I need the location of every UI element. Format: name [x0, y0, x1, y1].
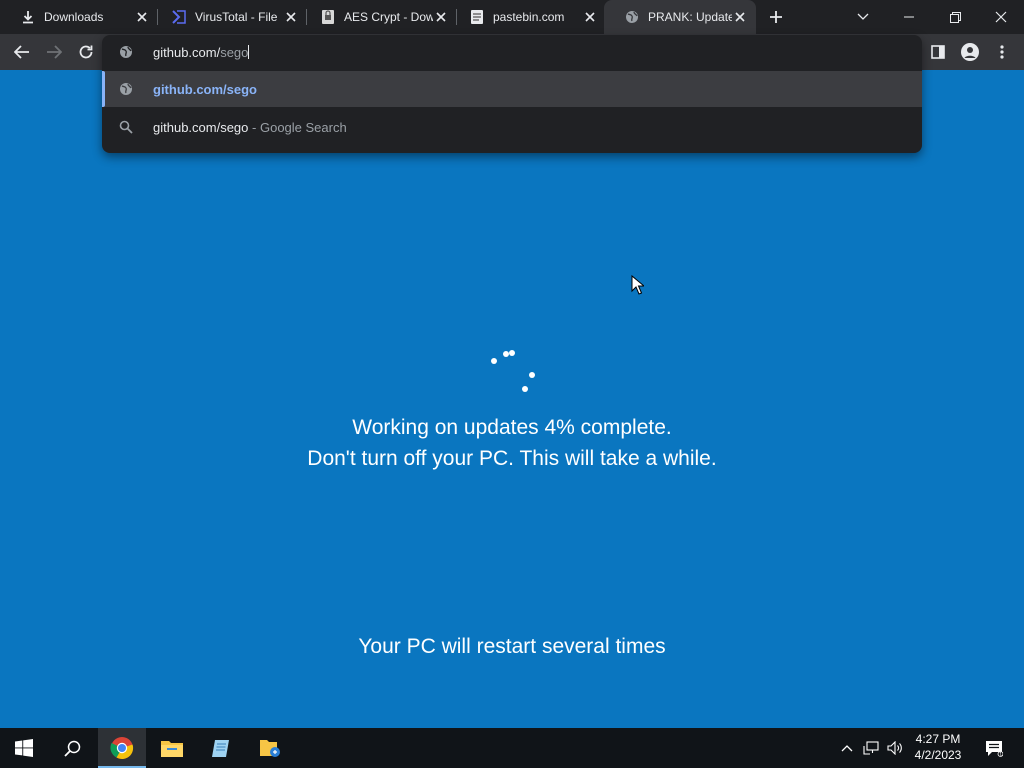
taskbar-search-button[interactable]: [48, 728, 96, 768]
globe-icon: [624, 9, 640, 25]
menu-button[interactable]: [988, 38, 1016, 66]
virustotal-icon: [171, 9, 187, 25]
screen: Downloads VirusTotal - File AES Crypt - …: [0, 0, 1024, 768]
chrome-icon: [110, 737, 134, 760]
tab-title: AES Crypt - Dow: [344, 10, 433, 24]
network-icon: [863, 741, 879, 755]
omnibox-dropdown: github.com/sego github.com/sego github.c…: [102, 35, 922, 153]
pastebin-icon: [469, 9, 485, 25]
search-icon: [63, 740, 80, 757]
forward-button[interactable]: [40, 38, 68, 66]
taskbar-file-explorer[interactable]: [148, 728, 196, 768]
text-caret: [248, 45, 250, 59]
profile-icon: [961, 43, 979, 61]
kebab-menu-icon: [1000, 45, 1004, 59]
aescrypt-icon: [320, 9, 336, 25]
notifications-button[interactable]: 1: [980, 728, 1008, 768]
restore-icon: [949, 11, 961, 23]
spinner-dot: [522, 386, 528, 392]
folder-app-icon: [260, 740, 280, 757]
suggestion-hint: - Google Search: [252, 120, 347, 135]
suggestion-query: github.com/sego: [153, 120, 249, 135]
tab-strip: Downloads VirusTotal - File AES Crypt - …: [0, 0, 1024, 34]
svg-text:1: 1: [999, 751, 1002, 756]
search-icon: [119, 120, 133, 139]
minimize-icon: [904, 16, 914, 18]
close-icon: [995, 11, 1007, 23]
arrow-right-icon: [47, 45, 62, 59]
clock-time: 4:27 PM: [915, 732, 961, 746]
spinner-dot: [491, 358, 497, 364]
tab-title: PRANK: Update: [648, 10, 732, 24]
minimize-button[interactable]: [886, 0, 932, 34]
globe-icon: [119, 45, 133, 64]
suggestion-text: github.com/sego - Google Search: [153, 120, 347, 135]
taskbar-notepad[interactable]: [197, 728, 245, 768]
arrow-left-icon: [14, 45, 29, 59]
tab-title: pastebin.com: [493, 10, 565, 24]
plus-icon: [770, 11, 782, 23]
typed-text: github.com/: [153, 45, 221, 60]
suggestion-url: github.com/sego: [153, 82, 257, 97]
start-button[interactable]: [0, 728, 48, 768]
network-button[interactable]: [860, 728, 882, 768]
address-bar[interactable]: github.com/sego: [102, 35, 922, 69]
tab-prank-update[interactable]: PRANK: Update: [604, 0, 756, 34]
show-hidden-icons-button[interactable]: [838, 728, 856, 768]
mouse-cursor-icon: [631, 275, 644, 295]
taskbar-clock[interactable]: 4:27 PM 4/2/2023: [906, 731, 970, 763]
notepad-icon: [212, 740, 229, 757]
tab-pastebin[interactable]: pastebin.com: [449, 0, 606, 34]
suggestion-item[interactable]: github.com/sego - Google Search: [102, 109, 922, 145]
side-panel-button[interactable]: [924, 38, 952, 66]
profile-button[interactable]: [956, 38, 984, 66]
selection-indicator: [102, 71, 105, 107]
download-icon: [20, 9, 36, 25]
tab-aescrypt[interactable]: AES Crypt - Dow: [300, 0, 457, 34]
back-button[interactable]: [8, 38, 36, 66]
address-input[interactable]: github.com/sego: [153, 45, 250, 60]
suggestion-item[interactable]: github.com/sego: [102, 71, 922, 107]
tab-search-button[interactable]: [840, 0, 886, 34]
chevron-up-icon: [841, 745, 853, 752]
reload-button[interactable]: [72, 38, 100, 66]
windows-logo-icon: [15, 739, 33, 757]
volume-button[interactable]: [884, 728, 906, 768]
tab-title: Downloads: [44, 10, 104, 24]
close-tab-icon[interactable]: [732, 9, 748, 25]
spinner-dot: [529, 372, 535, 378]
restart-notice: Your PC will restart several times: [358, 635, 666, 658]
new-tab-button[interactable]: [764, 6, 788, 28]
close-tab-icon[interactable]: [283, 9, 299, 25]
restore-button[interactable]: [932, 0, 978, 34]
spinner-dot: [509, 350, 515, 356]
close-window-button[interactable]: [978, 0, 1024, 34]
clock-date: 4/2/2023: [914, 748, 962, 762]
reload-icon: [79, 45, 93, 59]
speaker-icon: [887, 741, 902, 755]
close-tab-icon[interactable]: [134, 9, 150, 25]
tab-title: VirusTotal - File: [195, 10, 278, 24]
chevron-down-icon: [857, 13, 869, 20]
notification-icon: 1: [986, 740, 1003, 757]
taskbar: 4:27 PM 4/2/2023 1: [0, 728, 1024, 768]
file-explorer-icon: [161, 741, 183, 757]
taskbar-folder-app[interactable]: [246, 728, 294, 768]
taskbar-chrome[interactable]: [98, 728, 146, 768]
side-panel-icon: [931, 45, 945, 59]
globe-icon: [119, 82, 133, 101]
tab-downloads[interactable]: Downloads: [0, 0, 158, 34]
update-progress-text: Working on updates 4% complete.: [352, 416, 672, 439]
warning-text: Don't turn off your PC. This will take a…: [307, 447, 717, 470]
tab-virustotal[interactable]: VirusTotal - File: [151, 0, 307, 34]
close-tab-icon[interactable]: [433, 9, 449, 25]
close-tab-icon[interactable]: [582, 9, 598, 25]
autocomplete-text: sego: [220, 45, 249, 60]
